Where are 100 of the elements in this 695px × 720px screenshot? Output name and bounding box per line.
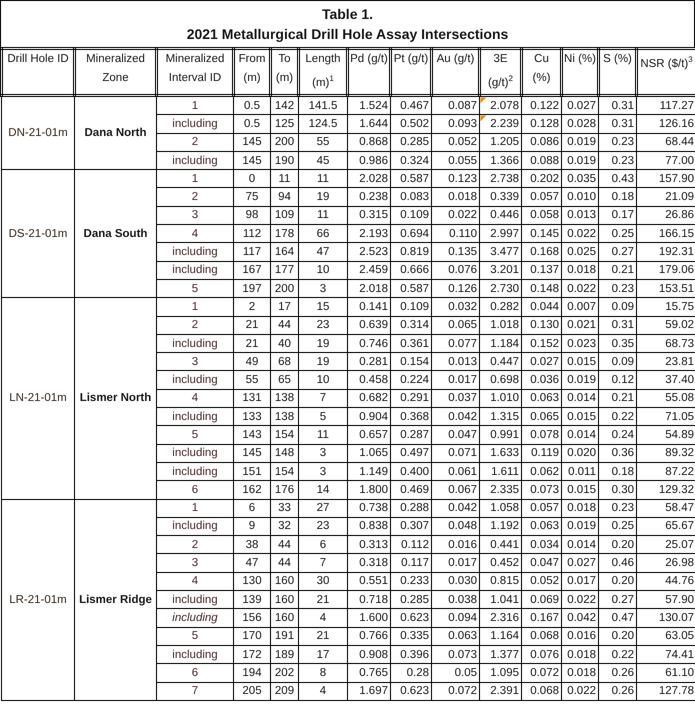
table-cell: 0.551 (348, 572, 390, 591)
table-cell: 0.986 (348, 151, 390, 170)
table-cell: 0.21 (598, 261, 636, 280)
table-cell: 0.23 (598, 133, 636, 152)
table-cell: 0.21 (598, 389, 636, 408)
table-cell: 0.135 (432, 242, 480, 262)
table-cell: 23 (298, 517, 348, 536)
table-cell: 0.908 (348, 645, 390, 664)
interval-cell: 5 (156, 627, 234, 646)
table-cell: 0.25 (598, 224, 636, 243)
table-cell: 2 (234, 298, 270, 316)
table-cell: 3.477 (480, 242, 522, 262)
table-cell: 1.315 (480, 408, 522, 426)
table-cell: 0.233 (390, 572, 432, 591)
table-cell: 0.145 (522, 224, 562, 243)
table-cell: 0.016 (562, 627, 598, 646)
table-cell: 0.20 (598, 536, 636, 554)
table-cell: 3.201 (480, 261, 522, 280)
table-cell: 0.718 (348, 590, 390, 609)
interval-cell: 4 (156, 224, 234, 243)
table-cell: 0.288 (390, 499, 432, 518)
table-cell: 0.148 (522, 279, 562, 298)
table-cell: 38 (234, 536, 270, 554)
table-cell: 6 (298, 536, 348, 554)
interval-cell: 4 (156, 572, 234, 591)
interval-cell: 6 (156, 664, 234, 682)
table-cell: 19 (298, 334, 348, 353)
table-cell: 0.141 (348, 298, 390, 316)
table-cell: 32 (270, 517, 298, 536)
table-cell: 0.324 (390, 151, 432, 170)
table-cell: 4 (298, 682, 348, 700)
table-cell: 151 (234, 462, 270, 481)
table-cell: 0.019 (562, 151, 598, 170)
table-cell: 0.048 (432, 517, 480, 536)
table-cell: 0.093 (432, 114, 480, 134)
table-cell: 0.017 (562, 572, 598, 591)
table-cell: 112 (234, 224, 270, 243)
table-cell: 47 (234, 554, 270, 572)
interval-cell: including (156, 645, 234, 664)
table-cell: 0.073 (432, 645, 480, 664)
table-cell: 0.017 (432, 370, 480, 390)
table-cell: 1.205 (480, 133, 522, 152)
table-cell: 2.997 (480, 224, 522, 243)
table-cell: 0.052 (432, 133, 480, 152)
interval-cell: including (156, 261, 234, 280)
table-cell: 117 (234, 242, 270, 262)
table-cell: 0.167 (522, 608, 562, 628)
table-cell: 0.126 (432, 279, 480, 298)
table-cell: 167 (234, 261, 270, 280)
table-cell: 0.991 (480, 426, 522, 444)
table-cell: 177 (270, 261, 298, 280)
table-title: Table 1. (322, 5, 374, 24)
table-cell: 0.20 (598, 627, 636, 646)
table-cell: 68 (270, 352, 298, 371)
table-cell: 0.238 (348, 188, 390, 206)
table-cell: 0.072 (522, 664, 562, 682)
table-cell: 145 (234, 444, 270, 462)
table-cell: 0.076 (522, 645, 562, 664)
table-cell: 0.5 (234, 114, 270, 134)
table-cell: 75 (234, 188, 270, 206)
table-cell: 3 (298, 279, 348, 298)
table-cell: 1.366 (480, 151, 522, 170)
table-cell: 5 (298, 408, 348, 426)
table-cell: 0.904 (348, 408, 390, 426)
zone-cell: Dana North (74, 96, 156, 170)
table-cell: 0.452 (480, 554, 522, 572)
table-cell: 0.335 (390, 627, 432, 646)
table-cell: 200 (270, 279, 298, 298)
table-cell: 0.137 (522, 261, 562, 280)
table-cell: 0.698 (480, 370, 522, 390)
table-cell: 0.110 (432, 224, 480, 243)
table-cell: 1.041 (480, 590, 522, 609)
table-cell: 160 (270, 608, 298, 628)
table-cell: 4 (298, 608, 348, 628)
table-cell: 0.446 (480, 206, 522, 225)
table-cell: 15 (298, 298, 348, 316)
table-cell: 0.078 (522, 426, 562, 444)
table-cell: 0.31 (598, 316, 636, 334)
table-cell: 0.016 (432, 536, 480, 554)
table-cell: 200 (270, 133, 298, 152)
table-cell: 0.044 (522, 298, 562, 316)
column-header: Drill Hole ID (2, 48, 74, 96)
table-cell: 0.061 (432, 462, 480, 481)
table-cell: 0.022 (562, 590, 598, 609)
table-cell: 2.078 (480, 96, 522, 115)
table-cell: 156 (234, 608, 270, 628)
table-cell: 6 (234, 499, 270, 518)
table-cell: 0.042 (432, 499, 480, 518)
table-cell: 142 (270, 96, 298, 115)
table-cell: 44 (270, 316, 298, 334)
table-cell: 1.164 (480, 627, 522, 646)
table-cell: 2.459 (348, 261, 390, 280)
table-cell: 0.152 (522, 334, 562, 353)
table-cell: 160 (270, 572, 298, 591)
table-cell: 44 (270, 536, 298, 554)
table-cell: 47 (298, 242, 348, 262)
table-cell: 0.019 (562, 370, 598, 390)
table-cell: 0.119 (522, 444, 562, 462)
table-cell: 0.020 (562, 444, 598, 462)
table-cell: 19 (298, 352, 348, 371)
